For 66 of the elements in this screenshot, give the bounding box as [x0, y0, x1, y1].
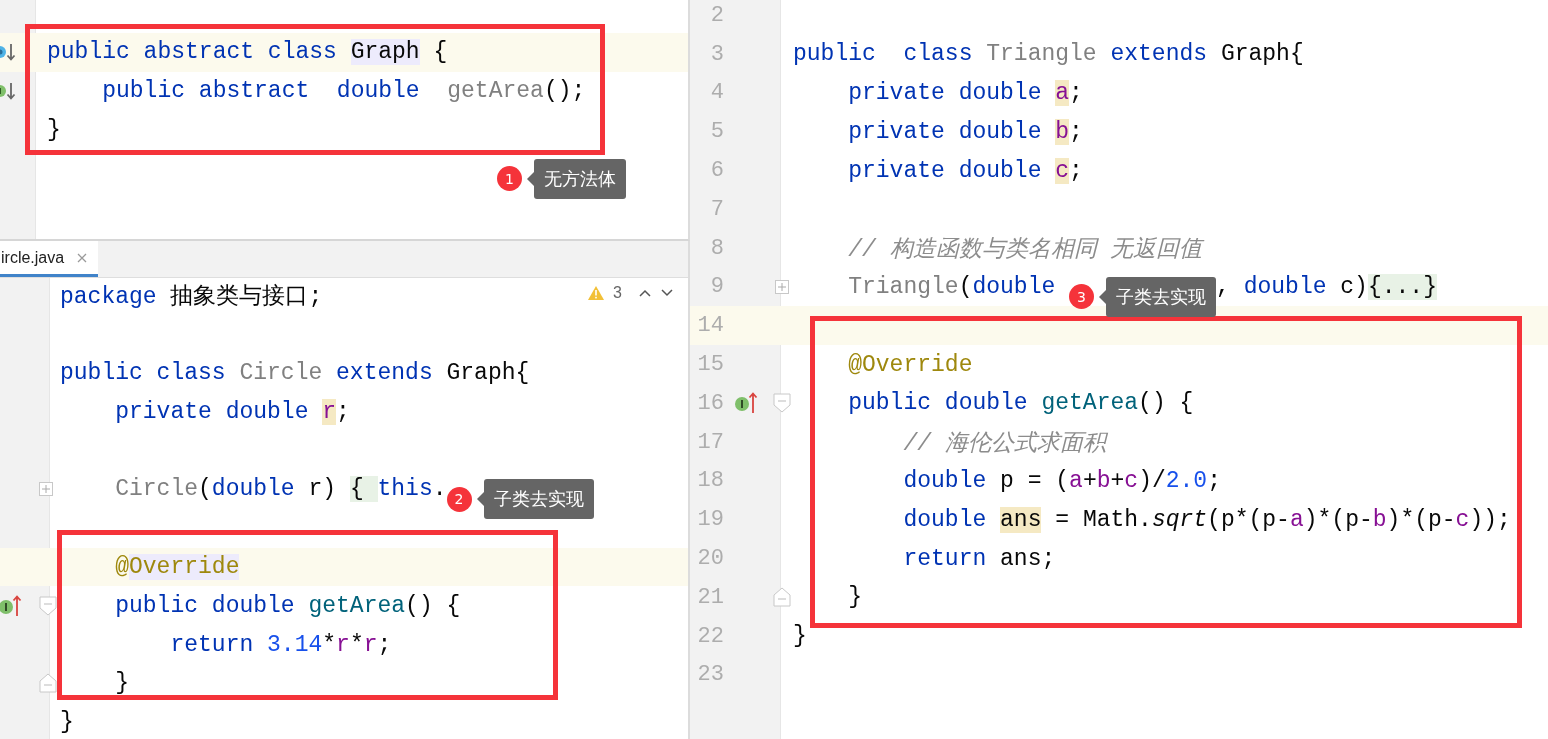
line-number: 4	[710, 80, 724, 106]
code-text: public double getArea() {	[114, 592, 461, 619]
expand-icon[interactable]	[774, 279, 789, 294]
number-badge: 1	[497, 166, 522, 192]
code-text: Triangle(double	[847, 274, 1057, 300]
code-text: }	[47, 116, 61, 143]
close-icon[interactable]	[76, 251, 89, 264]
warning-count: 3	[613, 284, 622, 302]
line-number: 5	[710, 119, 724, 145]
caret-up-icon[interactable]	[638, 288, 652, 298]
number-badge: 2	[446, 486, 472, 512]
warning-icon[interactable]	[587, 285, 606, 301]
code-text: }	[847, 584, 862, 611]
line-number: 16	[697, 390, 724, 416]
line-number: 2	[710, 2, 724, 28]
code-text: private double a;	[847, 80, 1083, 106]
line-number: 20	[697, 546, 724, 572]
code-text: double p = (a+b+c)/2.0;	[902, 467, 1221, 494]
code-text: }	[114, 670, 129, 697]
code-text: }	[60, 709, 74, 736]
line-number: 15	[697, 352, 724, 378]
fold-icon[interactable]	[39, 595, 57, 616]
implements-icon[interactable]	[0, 593, 23, 618]
code-text: return 3.14*r*r;	[169, 631, 392, 658]
line-number: 3	[710, 41, 724, 67]
fold-icon[interactable]	[772, 393, 791, 414]
number-badge: 3	[1069, 284, 1095, 310]
code-text: @Override	[114, 553, 240, 580]
code-text: private double c;	[847, 157, 1083, 184]
tooltip: 子类去实现	[1099, 277, 1217, 317]
code-text: @Override	[847, 351, 973, 378]
code-text: // 构造函数与类名相同 无返回值	[847, 235, 1203, 264]
line-number: 7	[710, 196, 724, 222]
line-number: 23	[697, 662, 724, 688]
implemented-icon[interactable]	[0, 80, 17, 102]
file-tab[interactable]: ircle.java	[0, 241, 99, 277]
code-text: public abstract class Graph {	[47, 39, 448, 66]
line-number: 14	[697, 313, 724, 339]
line-number: 18	[697, 468, 724, 494]
code-text: public abstract double getArea();	[101, 78, 586, 104]
fold-icon[interactable]	[39, 673, 57, 694]
code-text: public class Triangle extends Graph{	[793, 41, 1304, 68]
line-number: 22	[697, 623, 724, 649]
tooltip: 子类去实现	[476, 479, 594, 520]
line-number: 21	[697, 584, 724, 610]
code-text: private double r;	[114, 398, 350, 425]
code-text: package 抽象类与接口;	[60, 282, 323, 311]
code-text: return ans;	[902, 545, 1056, 572]
line-number: 6	[710, 158, 724, 184]
code-text: public double getArea() {	[847, 390, 1194, 417]
code-text: // 海伦公式求面积	[902, 429, 1106, 458]
code-text: , double c){...}	[1216, 274, 1437, 300]
line-number: 17	[697, 429, 724, 455]
code-text: double ans = Math.sqrt(p*(p-a)*(p-b)*(p-c));	[902, 506, 1511, 533]
code-text: private double b;	[847, 118, 1083, 145]
line-number: 8	[710, 235, 724, 261]
implements-icon[interactable]	[735, 391, 759, 416]
code-text: public class Circle extends Graph{	[60, 360, 530, 386]
fold-icon[interactable]	[772, 587, 791, 608]
tooltip: 无方法体	[527, 158, 626, 199]
line-number: 9	[710, 274, 724, 300]
code-text: Circle(double r) { this.	[114, 476, 447, 503]
caret-down-icon[interactable]	[660, 288, 674, 298]
line-number: 19	[697, 507, 724, 533]
expand-icon[interactable]	[39, 482, 53, 497]
code-text: }	[793, 623, 807, 650]
